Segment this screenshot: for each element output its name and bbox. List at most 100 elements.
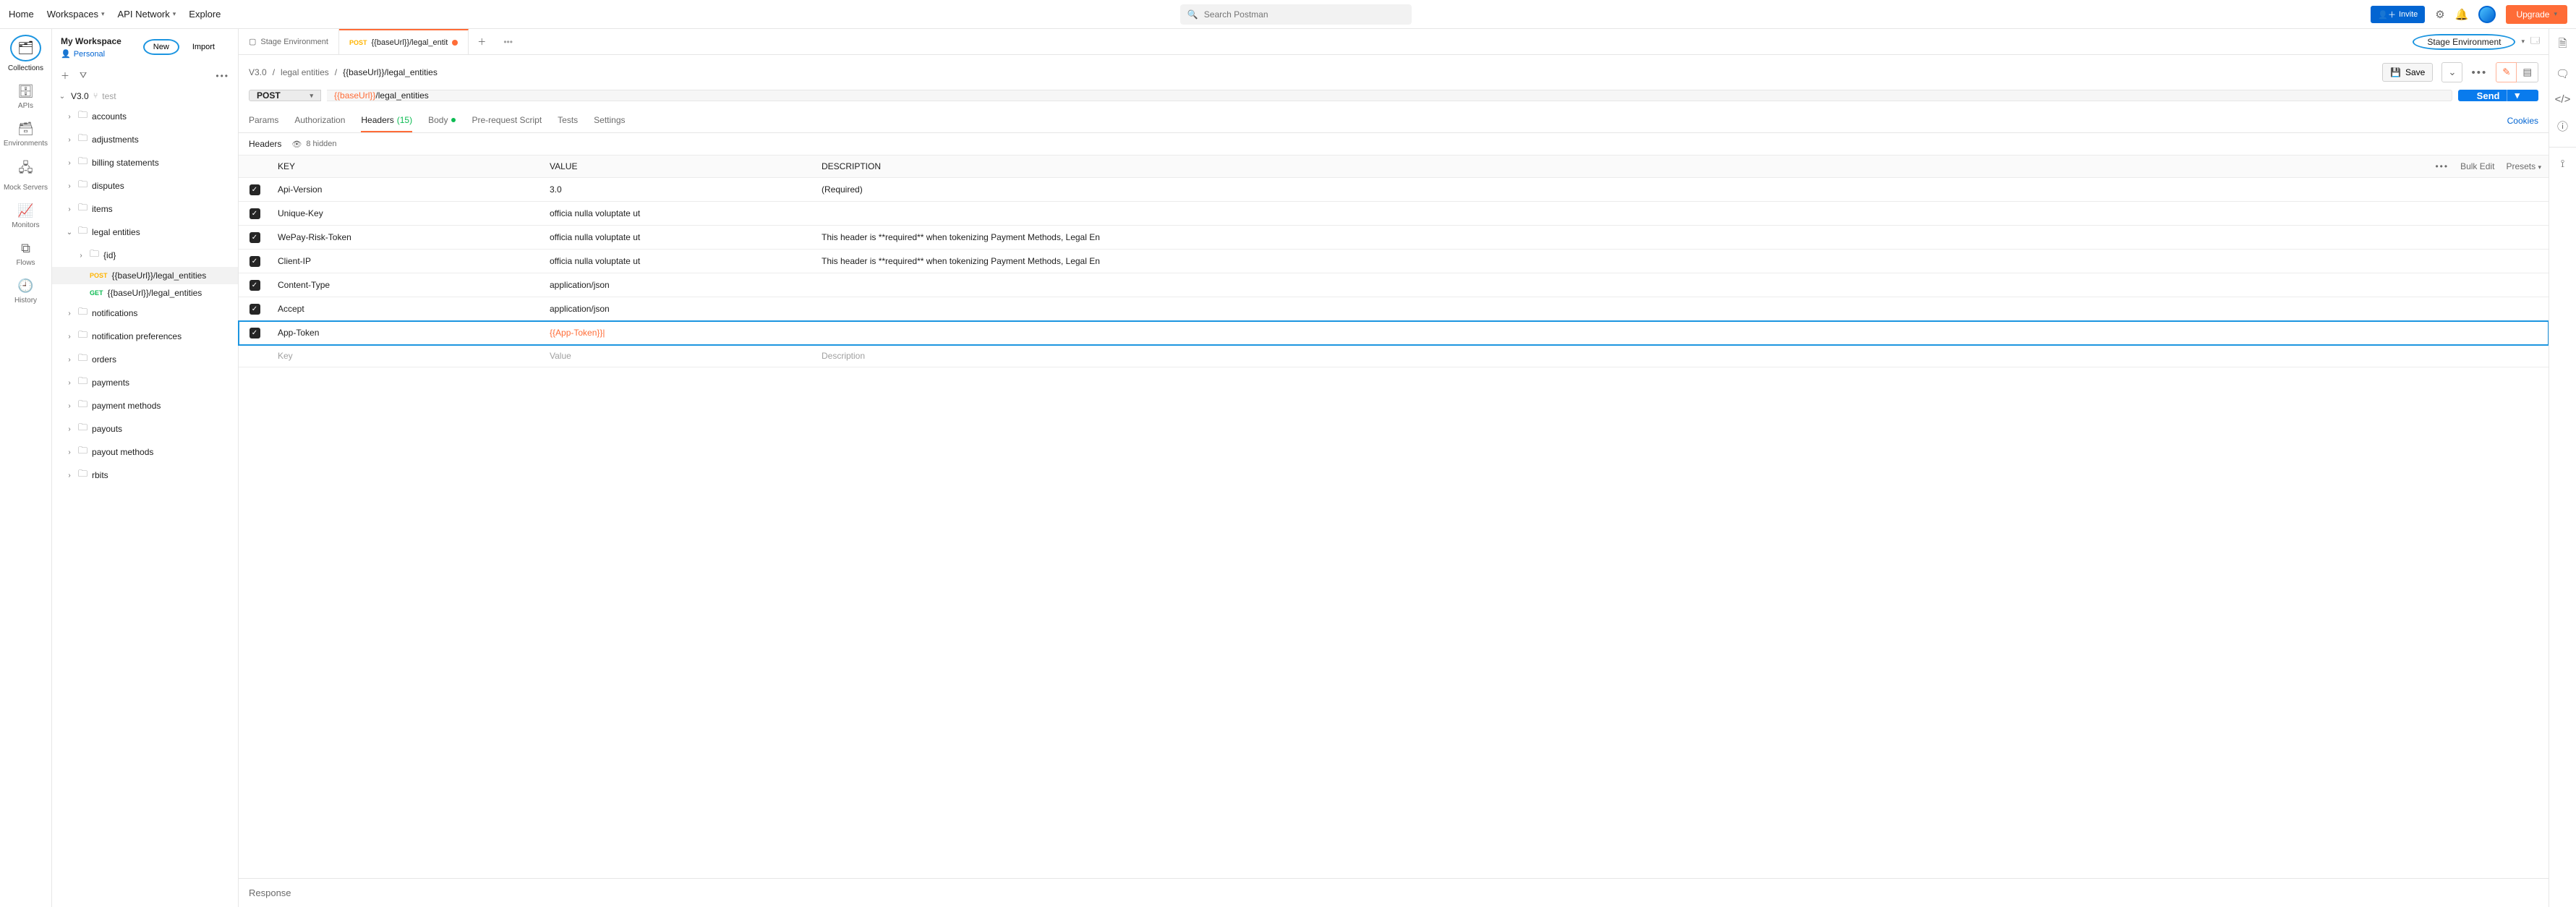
subtab-headers[interactable]: Headers(15): [361, 108, 412, 132]
table-row[interactable]: ✓ Api-Version3.0(Required): [239, 178, 2549, 202]
table-row[interactable]: ✓ WePay-Risk-Tokenofficia nulla voluptate…: [239, 226, 2549, 250]
save-button[interactable]: 💾Save: [2382, 63, 2433, 82]
checkbox-checked-icon[interactable]: ✓: [250, 328, 260, 338]
tree-folder[interactable]: ›🗀accounts: [52, 105, 238, 128]
bulk-edit-link[interactable]: Bulk Edit: [2460, 161, 2494, 171]
settings-icon[interactable]: ⚙: [2435, 8, 2444, 21]
header-value[interactable]: 3.0: [542, 179, 814, 200]
subtab-tests[interactable]: Tests: [558, 108, 578, 132]
url-input[interactable]: {{baseUrl}}/legal_entities: [327, 90, 2452, 101]
header-key-input[interactable]: App-Token: [270, 322, 542, 344]
header-desc-input[interactable]: [814, 327, 2404, 338]
comment-icon[interactable]: ▤: [2517, 62, 2538, 82]
method-select[interactable]: POST ▾: [249, 90, 321, 101]
header-key[interactable]: Content-Type: [270, 274, 542, 296]
tree-folder[interactable]: ›🗀payment methods: [52, 394, 238, 417]
table-row-empty[interactable]: Key Value Description: [239, 345, 2549, 367]
add-icon[interactable]: ＋: [61, 69, 69, 82]
header-key[interactable]: Unique-Key: [270, 203, 542, 224]
new-button[interactable]: New: [143, 39, 179, 55]
header-desc[interactable]: This header is **required** when tokeniz…: [814, 226, 2404, 248]
tree-request-post-legal-entities[interactable]: POST {{baseUrl}}/legal_entities: [52, 267, 238, 284]
tree-folder[interactable]: ›🗀notification preferences: [52, 325, 238, 348]
tree-folder[interactable]: ›🗀orders: [52, 348, 238, 371]
search-box[interactable]: 🔍: [1180, 4, 1412, 25]
header-desc[interactable]: [814, 303, 2404, 315]
checkbox-checked-icon[interactable]: ✓: [250, 256, 260, 267]
tree-folder[interactable]: ›🗀notifications: [52, 302, 238, 325]
table-row[interactable]: ✓ Content-Typeapplication/json: [239, 273, 2549, 297]
subtab-prerequest[interactable]: Pre-request Script: [472, 108, 542, 132]
edit-icon[interactable]: ✎: [2496, 62, 2517, 82]
rail-mock-servers[interactable]: 🖧Mock Servers: [4, 159, 48, 192]
tree-folder[interactable]: ›🗀payments: [52, 371, 238, 394]
table-row[interactable]: ✓ Unique-Keyofficia nulla voluptate ut: [239, 202, 2549, 226]
tree-folder-id[interactable]: › 🗀 {id}: [52, 244, 238, 267]
tree-folder[interactable]: ›🗀rbits: [52, 464, 238, 487]
header-key[interactable]: Client-IP: [270, 250, 542, 272]
rail-monitors[interactable]: 📈Monitors: [12, 203, 39, 229]
workspace-visibility[interactable]: 👤Personal: [61, 49, 105, 59]
header-desc[interactable]: [814, 279, 2404, 291]
header-value[interactable]: application/json: [542, 298, 814, 320]
send-button[interactable]: Send ▾: [2458, 90, 2538, 101]
tab-more[interactable]: •••: [495, 29, 521, 54]
header-value-input[interactable]: {{App-Token}}|: [542, 322, 814, 344]
header-value[interactable]: officia nulla voluptate ut: [542, 203, 814, 224]
save-options-button[interactable]: ⌄: [2441, 62, 2462, 82]
header-key[interactable]: Api-Version: [270, 179, 542, 200]
nav-workspaces[interactable]: Workspaces▾: [47, 9, 105, 20]
environment-selector[interactable]: Stage Environment: [2413, 34, 2515, 50]
rail-environments[interactable]: 🗃Environments: [4, 122, 48, 148]
related-icon[interactable]: ⟟: [2561, 158, 2565, 170]
tree-folder[interactable]: ›🗀adjustments: [52, 128, 238, 151]
header-desc[interactable]: (Required): [814, 179, 2404, 200]
code-icon[interactable]: </>: [2555, 93, 2571, 106]
subtab-body[interactable]: Body: [428, 108, 456, 132]
nav-api-network[interactable]: API Network▾: [118, 9, 176, 20]
table-row-highlighted[interactable]: ✓ App-Token {{App-Token}}|: [239, 321, 2549, 345]
tree-folder[interactable]: ›🗀billing statements: [52, 151, 238, 174]
nav-explore[interactable]: Explore: [189, 9, 221, 20]
header-desc[interactable]: This header is **required** when tokeniz…: [814, 250, 2404, 272]
tree-request-get-legal-entities[interactable]: GET {{baseUrl}}/legal_entities: [52, 284, 238, 302]
header-key[interactable]: Accept: [270, 298, 542, 320]
more-icon[interactable]: •••: [2435, 161, 2449, 171]
rail-flows[interactable]: ⧉Flows: [16, 241, 35, 267]
checkbox-checked-icon[interactable]: ✓: [250, 304, 260, 315]
header-key[interactable]: WePay-Risk-Token: [270, 226, 542, 248]
checkbox-checked-icon[interactable]: ✓: [250, 280, 260, 291]
tab-request-active[interactable]: POST {{baseUrl}}/legal_entit: [339, 29, 469, 54]
checkbox-checked-icon[interactable]: ✓: [250, 232, 260, 243]
cookies-link[interactable]: Cookies: [2507, 116, 2538, 126]
import-button[interactable]: Import: [185, 40, 222, 54]
header-value-placeholder[interactable]: Value: [542, 345, 814, 367]
header-value[interactable]: officia nulla voluptate ut: [542, 226, 814, 248]
comments-icon[interactable]: 🗨: [2556, 67, 2569, 80]
checkbox-checked-icon[interactable]: ✓: [250, 184, 260, 195]
rail-history[interactable]: 🕘History: [14, 278, 37, 305]
tree-folder[interactable]: ›🗀disputes: [52, 174, 238, 197]
header-desc-placeholder[interactable]: Description: [814, 345, 2404, 367]
header-value[interactable]: officia nulla voluptate ut: [542, 250, 814, 272]
subtab-settings[interactable]: Settings: [594, 108, 625, 132]
checkbox-checked-icon[interactable]: ✓: [250, 208, 260, 219]
avatar[interactable]: [2478, 6, 2496, 23]
rail-collections[interactable]: 🗂 Collections: [8, 35, 43, 72]
rail-apis[interactable]: 🗄APIs: [17, 84, 34, 110]
tree-folder-legal-entities[interactable]: ⌄ 🗀 legal entities: [52, 221, 238, 244]
tab-add[interactable]: ＋: [469, 29, 495, 54]
invite-button[interactable]: 👤＋Invite: [2371, 6, 2425, 23]
header-key-placeholder[interactable]: Key: [270, 345, 542, 367]
table-row[interactable]: ✓ Client-IPofficia nulla voluptate utThis…: [239, 250, 2549, 273]
docs-icon[interactable]: 🗎: [2558, 36, 2567, 54]
header-value[interactable]: application/json: [542, 274, 814, 296]
notifications-icon[interactable]: 🔔: [2455, 8, 2469, 21]
chevron-down-icon[interactable]: ▾: [2507, 90, 2520, 101]
search-input[interactable]: [1204, 9, 1404, 20]
env-quicklook-icon[interactable]: 🗔: [2530, 34, 2540, 49]
presets-dropdown[interactable]: Presets ▾: [2506, 161, 2541, 171]
tree-folder[interactable]: ›🗀payout methods: [52, 440, 238, 464]
breadcrumb-item[interactable]: legal entities: [281, 67, 329, 77]
more-icon[interactable]: •••: [216, 71, 229, 81]
